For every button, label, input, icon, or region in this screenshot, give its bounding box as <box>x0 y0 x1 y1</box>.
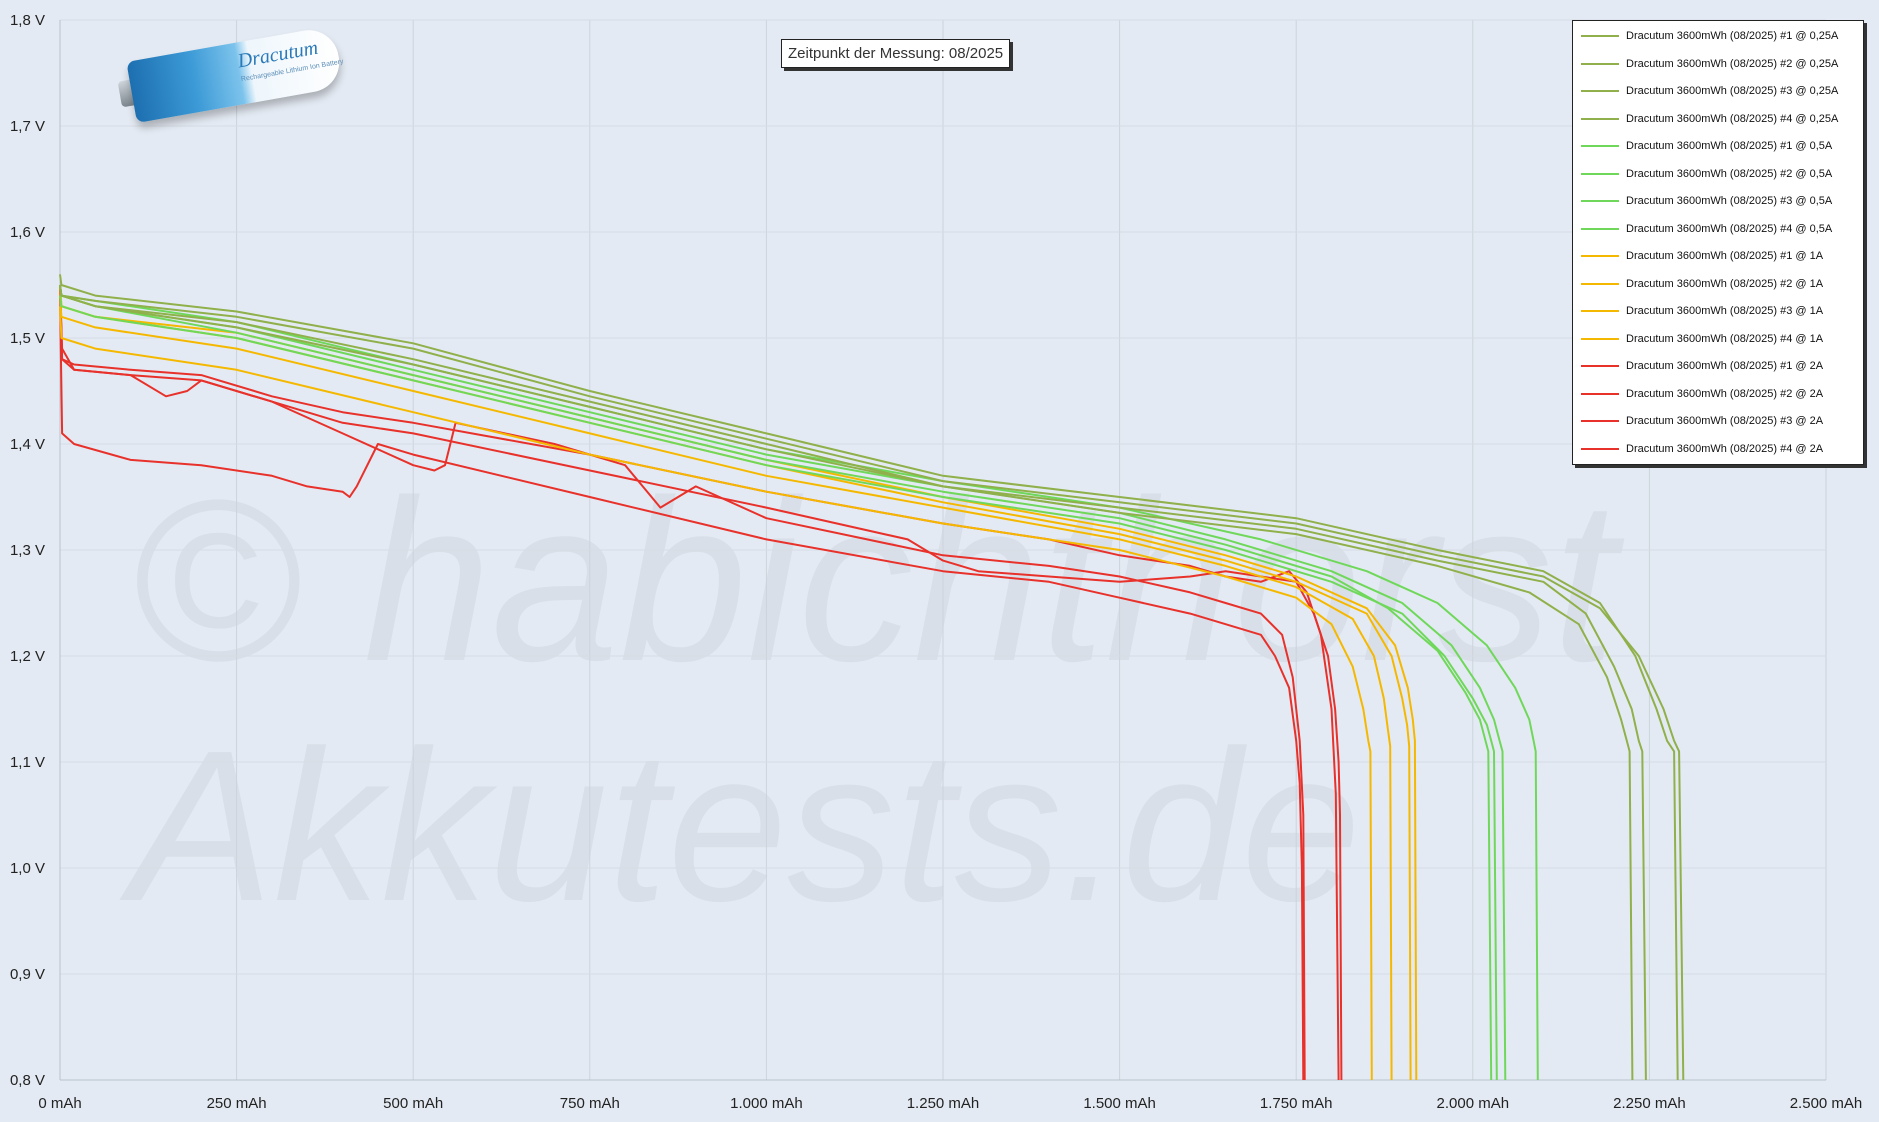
legend-label: Dracutum 3600mWh (08/2025) #3 @ 2A <box>1626 415 1824 427</box>
legend-swatch <box>1581 90 1619 92</box>
legend-label: Dracutum 3600mWh (08/2025) #2 @ 1A <box>1626 277 1824 290</box>
watermark-line-2: Akkutests.de <box>119 705 1361 946</box>
legend-label: Dracutum 3600mWh (08/2025) #4 @ 0,25A <box>1626 112 1839 125</box>
legend-item: Dracutum 3600mWh (08/2025) #2 @ 2A <box>1581 384 1823 404</box>
legend-swatch <box>1581 365 1619 367</box>
legend-item: Dracutum 3600mWh (08/2025) #4 @ 1A <box>1581 329 1823 349</box>
legend-item: Dracutum 3600mWh (08/2025) #2 @ 0,5A <box>1581 164 1832 184</box>
legend-item: Dracutum 3600mWh (08/2025) #2 @ 0,25A <box>1581 54 1838 74</box>
legend-label: Dracutum 3600mWh (08/2025) #4 @ 2A <box>1626 442 1824 455</box>
legend-item: Dracutum 3600mWh (08/2025) #3 @ 0,25A <box>1581 81 1838 101</box>
y-tick-label: 1,7 V <box>10 118 45 135</box>
legend-label: Dracutum 3600mWh (08/2025) #3 @ 0,5A <box>1626 195 1833 207</box>
y-tick-label: 1,6 V <box>10 224 45 241</box>
x-tick-label: 500 mAh <box>383 1095 443 1112</box>
legend-label: Dracutum 3600mWh (08/2025) #4 @ 1A <box>1626 332 1824 345</box>
legend-label: Dracutum 3600mWh (08/2025) #3 @ 0,25A <box>1626 85 1839 97</box>
legend-swatch <box>1581 255 1619 257</box>
legend-item: Dracutum 3600mWh (08/2025) #1 @ 0,5A <box>1581 136 1832 156</box>
x-tick-label: 1.000 mAh <box>730 1095 803 1112</box>
legend-swatch <box>1581 227 1619 230</box>
legend-label: Dracutum 3600mWh (08/2025) #1 @ 2A <box>1626 360 1824 372</box>
legend-item: Dracutum 3600mWh (08/2025) #1 @ 0,25A <box>1581 26 1838 46</box>
x-tick-label: 1.750 mAh <box>1260 1095 1333 1112</box>
legend-label: Dracutum 3600mWh (08/2025) #4 @ 0,5A <box>1626 222 1833 235</box>
legend-label: Dracutum 3600mWh (08/2025) #3 @ 1A <box>1626 305 1824 317</box>
legend-label: Dracutum 3600mWh (08/2025) #2 @ 0,25A <box>1626 57 1839 70</box>
legend-item: Dracutum 3600mWh (08/2025) #2 @ 1A <box>1581 274 1823 294</box>
x-tick-label: 1.250 mAh <box>907 1095 980 1112</box>
legend-item: Dracutum 3600mWh (08/2025) #3 @ 1A <box>1581 301 1823 321</box>
legend-label: Dracutum 3600mWh (08/2025) #2 @ 2A <box>1626 387 1824 400</box>
legend-swatch <box>1581 337 1619 340</box>
legend-item: Dracutum 3600mWh (08/2025) #4 @ 0,25A <box>1581 109 1838 129</box>
legend-item: Dracutum 3600mWh (08/2025) #3 @ 0,5A <box>1581 191 1832 211</box>
x-tick-label: 1.500 mAh <box>1083 1095 1156 1112</box>
legend-swatch <box>1581 282 1619 285</box>
legend-swatch <box>1581 172 1619 175</box>
legend-item: Dracutum 3600mWh (08/2025) #4 @ 0,5A <box>1581 219 1832 239</box>
x-tick-label: 2.500 mAh <box>1790 1095 1863 1112</box>
legend-swatch <box>1581 62 1619 65</box>
legend-item: Dracutum 3600mWh (08/2025) #3 @ 2A <box>1581 411 1823 431</box>
legend-item: Dracutum 3600mWh (08/2025) #1 @ 2A <box>1581 356 1823 376</box>
legend-label: Dracutum 3600mWh (08/2025) #1 @ 1A <box>1626 250 1824 262</box>
legend-swatch <box>1581 117 1619 120</box>
legend-swatch <box>1581 145 1619 147</box>
legend-label: Dracutum 3600mWh (08/2025) #1 @ 0,5A <box>1626 140 1833 152</box>
y-tick-label: 1,3 V <box>10 542 45 559</box>
legend-label: Dracutum 3600mWh (08/2025) #2 @ 0,5A <box>1626 167 1833 180</box>
legend-label: Dracutum 3600mWh (08/2025) #1 @ 0,25A <box>1626 30 1839 42</box>
discharge-chart: © habichthorst Akkutests.de 0 mAh 250 mAh 5… <box>0 0 1879 1122</box>
legend-swatch <box>1581 35 1619 37</box>
y-tick-label: 1,0 V <box>10 860 45 877</box>
legend-item: Dracutum 3600mWh (08/2025) #1 @ 1A <box>1581 246 1823 266</box>
x-tick-label: 2.000 mAh <box>1437 1095 1510 1112</box>
x-tick-label: 750 mAh <box>560 1095 620 1112</box>
x-tick-label: 250 mAh <box>207 1095 267 1112</box>
chart-legend: Dracutum 3600mWh (08/2025) #1 @ 0,25A Dra… <box>1572 20 1864 465</box>
watermark: © habichthorstAkkutests.de <box>119 452 1624 946</box>
legend-swatch <box>1581 392 1619 395</box>
y-tick-label: 0,8 V <box>10 1072 45 1089</box>
y-tick-label: 1,4 V <box>10 436 45 453</box>
legend-swatch <box>1581 200 1619 202</box>
y-tick-label: 1,8 V <box>10 12 45 29</box>
legend-swatch <box>1581 447 1619 450</box>
y-tick-label: 1,5 V <box>10 330 45 347</box>
legend-swatch <box>1581 310 1619 312</box>
measurement-date-note: Zeitpunkt der Messung: 08/2025 <box>781 39 1011 68</box>
y-tick-label: 1,1 V <box>10 754 45 771</box>
legend-item: Dracutum 3600mWh (08/2025) #4 @ 2A <box>1581 439 1823 459</box>
legend-swatch <box>1581 420 1619 422</box>
y-tick-label: 1,2 V <box>10 648 45 665</box>
x-tick-label: 0 mAh <box>38 1095 81 1112</box>
y-tick-label: 0,9 V <box>10 966 45 983</box>
x-tick-label: 2.250 mAh <box>1613 1095 1686 1112</box>
